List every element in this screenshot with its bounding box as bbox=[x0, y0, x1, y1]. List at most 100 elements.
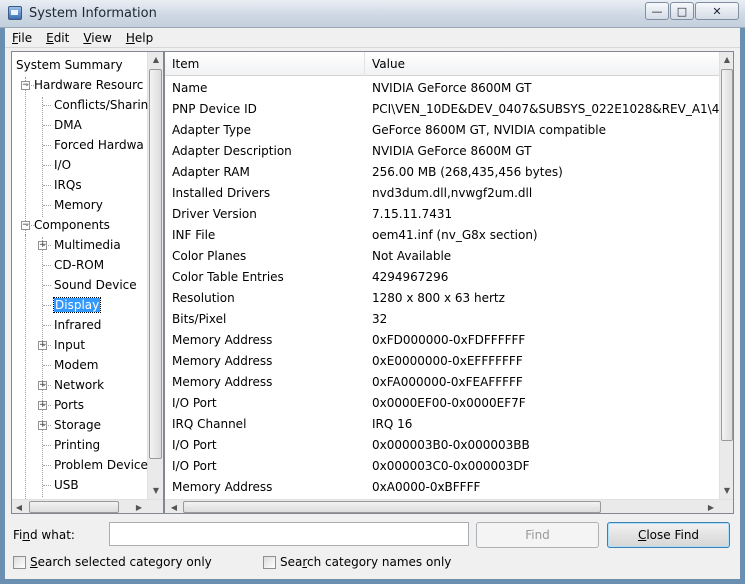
tree-item-conflicts-sharin[interactable]: Conflicts/Sharin bbox=[54, 95, 148, 115]
search-category-names-checkbox[interactable]: Search category names only bbox=[263, 555, 451, 569]
tree-hscroll-thumb[interactable] bbox=[29, 501, 119, 513]
item-cell: Memory Address bbox=[172, 480, 273, 494]
tree-item-label: DMA bbox=[54, 118, 82, 132]
tree-item-i-o[interactable]: I/O bbox=[54, 155, 71, 175]
tree-item-multimedia[interactable]: Multimedia bbox=[54, 235, 121, 255]
table-row[interactable]: Memory Address 0xFD000000-0xFDFFFFFF bbox=[165, 330, 720, 351]
minimize-button[interactable]: — bbox=[645, 2, 669, 20]
tree-branch-line bbox=[43, 385, 51, 386]
value-cell: 1280 x 800 x 63 hertz bbox=[372, 291, 505, 305]
table-row[interactable]: Color Planes Not Available bbox=[165, 246, 720, 267]
item-cell: Memory Address bbox=[172, 375, 273, 389]
tree-item-cd-rom[interactable]: CD-ROM bbox=[54, 255, 104, 275]
value-cell: 4294967296 bbox=[372, 270, 449, 284]
tree-item-irqs[interactable]: IRQs bbox=[54, 175, 82, 195]
value-cell: nvd3dum.dll,nvwgf2um.dll bbox=[372, 186, 533, 200]
maximize-button[interactable]: □ bbox=[670, 2, 694, 20]
scroll-left-arrow-icon[interactable]: ◀ bbox=[12, 500, 26, 513]
table-row[interactable]: Memory Address 0xFA000000-0xFEAFFFFF bbox=[165, 372, 720, 393]
tree-item-infrared[interactable]: Infrared bbox=[54, 315, 101, 335]
tree-item-storage[interactable]: Storage bbox=[54, 415, 101, 435]
category-tree[interactable]: ▲ ▼ ◀ ▶ System Summary Hardware Resourc − C… bbox=[11, 51, 164, 514]
table-row[interactable]: Adapter Description NVIDIA GeForce 8600M … bbox=[165, 141, 720, 162]
tree-item-problem-device[interactable]: Problem Device bbox=[54, 455, 148, 475]
table-row[interactable]: Memory Address 0xE0000000-0xEFFFFFFF bbox=[165, 351, 720, 372]
scroll-up-arrow-icon[interactable]: ▲ bbox=[720, 52, 733, 66]
checkbox-icon[interactable] bbox=[13, 555, 26, 569]
scroll-down-arrow-icon[interactable]: ▼ bbox=[720, 483, 733, 497]
table-row[interactable]: Bits/Pixel 32 bbox=[165, 309, 720, 330]
checkbox-icon[interactable] bbox=[263, 555, 276, 569]
column-header-item[interactable]: Item bbox=[165, 52, 365, 76]
client-area: ▲ ▼ ◀ ▶ System Summary Hardware Resourc − C… bbox=[5, 48, 740, 579]
tree-guide-line bbox=[25, 77, 26, 237]
column-header-value[interactable]: Value bbox=[365, 52, 720, 76]
tree-item-sound-device[interactable]: Sound Device bbox=[54, 275, 137, 295]
table-row[interactable]: I/O Port 0x000003C0-0x000003DF bbox=[165, 456, 720, 477]
table-row[interactable]: PNP Device ID PCI\VEN_10DE&DEV_0407&SUBSY… bbox=[165, 99, 733, 120]
scroll-up-arrow-icon[interactable]: ▲ bbox=[149, 52, 163, 66]
tree-item-dma[interactable]: DMA bbox=[54, 115, 82, 135]
tree-branch-line bbox=[43, 305, 51, 306]
tree-item-forced-hardwa[interactable]: Forced Hardwa bbox=[54, 135, 144, 155]
tree-item-label: Memory bbox=[54, 198, 103, 212]
tree-item-label: Network bbox=[54, 378, 105, 392]
tree-item-modem[interactable]: Modem bbox=[54, 355, 98, 375]
tree-branch-line bbox=[43, 465, 51, 466]
find-button[interactable]: Find bbox=[476, 522, 599, 548]
tree-branch-line bbox=[26, 85, 34, 86]
close-find-button[interactable]: Close Find bbox=[607, 522, 730, 548]
tree-item-input[interactable]: Input bbox=[54, 335, 85, 355]
details-table[interactable]: Item Value Memory Address 0xA0000-0xBFFFF… bbox=[164, 51, 734, 514]
table-row[interactable]: I/O Port 0x0000EF00-0x0000EF7F bbox=[165, 393, 720, 414]
item-cell: Resolution bbox=[172, 291, 235, 305]
table-row[interactable]: Color Table Entries 4294967296 bbox=[165, 267, 720, 288]
details-vertical-scrollbar[interactable]: ▲ ▼ bbox=[719, 52, 733, 499]
menu-help[interactable]: Help bbox=[119, 31, 160, 45]
menu-file[interactable]: File bbox=[5, 31, 39, 45]
title-bar[interactable]: System Information — □ ✕ bbox=[0, 0, 745, 28]
value-cell: NVIDIA GeForce 8600M GT bbox=[372, 144, 532, 158]
tree-item-system-summary[interactable]: System Summary bbox=[16, 55, 123, 75]
table-row[interactable]: Name NVIDIA GeForce 8600M GT bbox=[165, 78, 720, 99]
menu-view[interactable]: View bbox=[76, 31, 118, 45]
tree-item-label: Problem Device bbox=[54, 458, 148, 472]
table-row[interactable]: I/O Port 0x000003B0-0x000003BB bbox=[165, 435, 720, 456]
table-row[interactable]: IRQ Channel IRQ 16 bbox=[165, 414, 720, 435]
table-row[interactable]: Resolution 1280 x 800 x 63 hertz bbox=[165, 288, 720, 309]
tree-item-components[interactable]: Components bbox=[34, 215, 110, 235]
tree-item-ports[interactable]: Ports bbox=[54, 395, 84, 415]
tree-item-label: CD-ROM bbox=[54, 258, 105, 272]
scroll-down-arrow-icon[interactable]: ▼ bbox=[149, 483, 163, 497]
scroll-right-arrow-icon[interactable]: ▶ bbox=[132, 500, 146, 513]
scroll-right-arrow-icon[interactable]: ▶ bbox=[704, 500, 718, 513]
tree-branch-line bbox=[43, 145, 51, 146]
menu-edit[interactable]: Edit bbox=[39, 31, 76, 45]
tree-item-hardware-resourc[interactable]: Hardware Resourc bbox=[34, 75, 143, 95]
tree-item-memory[interactable]: Memory bbox=[54, 195, 103, 215]
scroll-left-arrow-icon[interactable]: ◀ bbox=[167, 500, 181, 513]
tree-guide-line bbox=[42, 237, 43, 497]
table-row[interactable]: Adapter Type GeForce 8600M GT, NVIDIA com… bbox=[165, 120, 720, 141]
tree-scroll-thumb[interactable] bbox=[149, 69, 162, 459]
table-row[interactable]: Memory Address 0xA0000-0xBFFFF bbox=[165, 477, 720, 498]
item-cell: PNP Device ID bbox=[172, 102, 257, 116]
tree-horizontal-scrollbar[interactable]: ◀ ▶ bbox=[12, 499, 163, 513]
table-row[interactable]: Adapter RAM 256.00 MB (268,435,456 bytes) bbox=[165, 162, 720, 183]
close-window-button[interactable]: ✕ bbox=[695, 2, 739, 20]
tree-item-display[interactable]: Display bbox=[52, 295, 102, 315]
tree-vertical-scrollbar[interactable]: ▲ ▼ bbox=[147, 52, 163, 499]
tree-item-network[interactable]: Network bbox=[54, 375, 104, 395]
tree-item-printing[interactable]: Printing bbox=[54, 435, 100, 455]
table-row[interactable]: Driver Version 7.15.11.7431 bbox=[165, 204, 720, 225]
table-row[interactable]: Installed Drivers nvd3dum.dll,nvwgf2um.dl… bbox=[165, 183, 720, 204]
table-row[interactable]: INF File oem41.inf (nv_G8x section) bbox=[165, 225, 720, 246]
search-selected-category-checkbox[interactable]: Search selected category only bbox=[13, 555, 212, 569]
details-hscroll-thumb[interactable] bbox=[183, 501, 601, 513]
find-what-input[interactable] bbox=[109, 522, 469, 546]
details-scroll-thumb[interactable] bbox=[721, 69, 733, 441]
details-horizontal-scrollbar[interactable]: ◀ ▶ bbox=[165, 499, 733, 513]
tree-item-usb[interactable]: USB bbox=[54, 475, 79, 495]
value-cell: 0xFA000000-0xFEAFFFFF bbox=[372, 375, 523, 389]
item-cell: Adapter Type bbox=[172, 123, 251, 137]
